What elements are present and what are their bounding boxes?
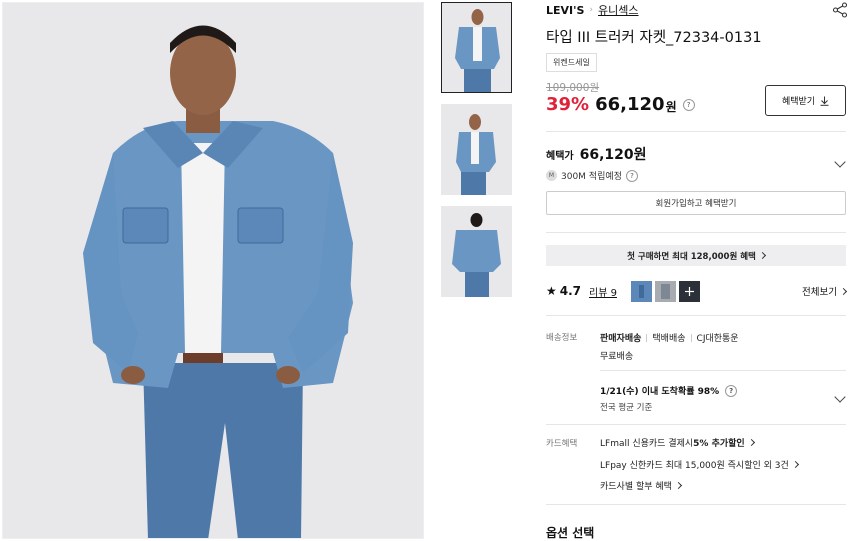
- review-count-link[interactable]: 리뷰 9: [589, 284, 617, 299]
- rating: ★ 4.7: [546, 284, 581, 298]
- price-row: 39% 66,120 원 ?: [546, 94, 695, 115]
- chevron-right-icon: [839, 287, 848, 295]
- benefit-price-row: 혜택가 66,120원: [546, 144, 647, 164]
- benefit-button-label: 혜택받기: [781, 97, 816, 107]
- points-text: 300M 적립예정: [561, 172, 622, 182]
- view-all-reviews-link[interactable]: 전체보기: [802, 284, 848, 298]
- divider: [646, 333, 648, 342]
- price-currency: 원: [665, 100, 677, 114]
- thumbnail-photo: [441, 104, 512, 195]
- divider: [546, 131, 846, 132]
- thumbnail-photo: [442, 3, 511, 92]
- chevron-right-icon: [674, 481, 683, 490]
- benefit-price-label: 혜택가: [546, 151, 574, 162]
- rating-value: 4.7: [559, 284, 582, 298]
- card-benefit-label: 카드혜택: [546, 439, 578, 449]
- card-benefit-lfpay[interactable]: LFpay 신한카드 최대 15,000원 즉시할인 외 3건: [600, 458, 799, 471]
- breadcrumb-separator-icon: ›: [589, 5, 594, 15]
- arrival-info: 1/21(수) 이내 도착확률 98% ?: [600, 384, 738, 397]
- divider: [546, 424, 846, 425]
- courier-name: CJ대한통운: [696, 334, 739, 344]
- card-installment-benefit[interactable]: 카드사별 할부 혜택: [600, 479, 683, 492]
- divider: [600, 370, 846, 371]
- first-purchase-text: 첫 구매하면 최대 128,000원 혜택: [627, 251, 756, 262]
- benefit-price: 66,120원: [579, 147, 647, 163]
- divider: [690, 333, 692, 342]
- shipping-label: 배송정보: [546, 333, 578, 343]
- brand-link[interactable]: LEVI'S: [546, 4, 584, 17]
- review-row: ★ 4.7 리뷰 9 전체보기: [546, 280, 848, 302]
- card-benefit-highlight: 5% 추가할인: [693, 439, 745, 449]
- breadcrumb: LEVI'S › 유니섹스: [546, 2, 639, 18]
- sale-price: 66,120: [595, 94, 665, 115]
- model-photo: [3, 3, 423, 538]
- chevron-down-icon[interactable]: [834, 391, 846, 403]
- divider: [546, 232, 846, 233]
- shipping-methods: 판매자배송 택배배송 CJ대한통운: [600, 331, 739, 344]
- card-benefit-text: LFmall 신용카드 결제시: [600, 439, 694, 449]
- card-benefit-text: 카드사별 할부 혜택: [600, 482, 672, 492]
- category-link[interactable]: 유니섹스: [598, 2, 638, 18]
- help-icon[interactable]: ?: [625, 169, 638, 182]
- product-title: 타입 III 트러커 자켓_72334-0131: [546, 30, 762, 46]
- card-benefit-lfmall[interactable]: LFmall 신용카드 결제시 5% 추가할인: [600, 436, 755, 449]
- review-photo[interactable]: [654, 280, 676, 302]
- seller-shipping: 판매자배송: [600, 334, 642, 344]
- join-benefit-button[interactable]: 회원가입하고 혜택받기: [546, 191, 846, 215]
- help-icon[interactable]: ?: [682, 98, 695, 111]
- divider: [546, 315, 846, 316]
- option-select-title: 옵션 선택: [546, 526, 595, 540]
- sale-tag: 위켄드세일: [546, 53, 597, 72]
- share-icon[interactable]: [832, 2, 848, 18]
- thumbnail-1[interactable]: [441, 2, 512, 93]
- thumbnail-photo: [441, 206, 512, 297]
- first-purchase-banner[interactable]: 첫 구매하면 최대 128,000원 혜택: [546, 245, 846, 266]
- discount-percent: 39%: [546, 94, 590, 115]
- arrival-basis: 전국 평균 기준: [600, 403, 653, 413]
- free-shipping: 무료배송: [600, 352, 634, 362]
- review-more-photos[interactable]: [678, 280, 700, 302]
- chevron-right-icon: [747, 438, 755, 447]
- thumbnail-2[interactable]: [441, 104, 512, 195]
- chevron-down-icon[interactable]: [834, 156, 846, 168]
- view-all-label: 전체보기: [802, 287, 837, 298]
- points-row: M 300M 적립예정 ?: [546, 169, 638, 182]
- mileage-coin-icon: M: [546, 170, 557, 181]
- card-benefit-text: LFpay 신한카드 최대 15,000원 즉시할인 외 3건: [600, 461, 789, 471]
- review-thumbnails: [630, 280, 700, 302]
- review-photo[interactable]: [630, 280, 652, 302]
- parcel-shipping: 택배배송: [652, 334, 686, 344]
- chevron-right-icon: [791, 460, 799, 469]
- arrival-text: 1/21(수) 이내 도착확률 98%: [600, 387, 720, 397]
- main-product-image: [2, 2, 424, 539]
- download-icon: [820, 96, 829, 106]
- thumbnail-3[interactable]: [441, 206, 512, 297]
- original-price: 109,000원: [546, 82, 600, 94]
- benefit-button[interactable]: 혜택받기: [765, 85, 846, 116]
- star-icon: ★: [546, 284, 557, 298]
- divider: [546, 504, 846, 505]
- help-icon[interactable]: ?: [725, 384, 738, 397]
- chevron-right-icon: [758, 251, 766, 260]
